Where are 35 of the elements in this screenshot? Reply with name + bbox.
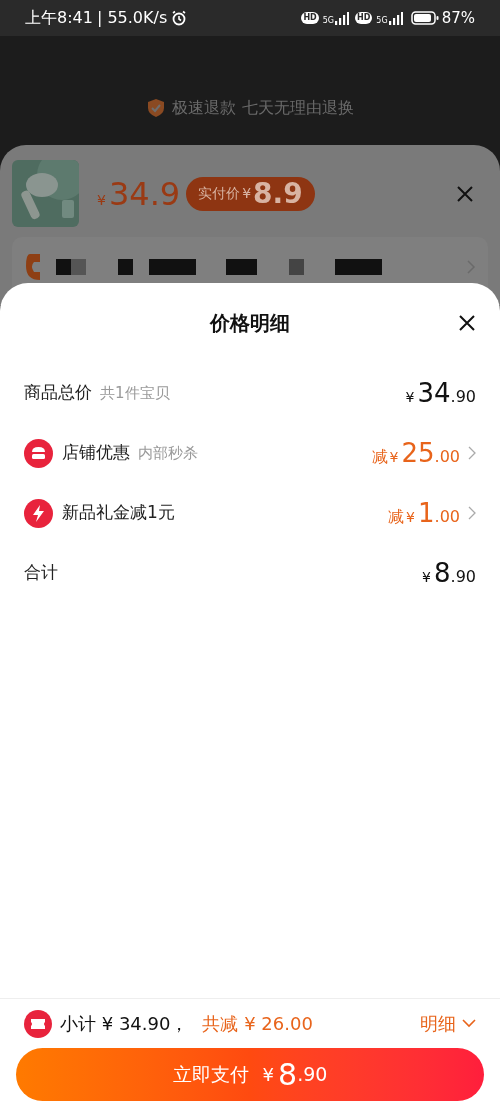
refund-guarantee: 极速退款 七天无理由退换 [172, 97, 354, 119]
row-label: 合计 [24, 561, 58, 585]
chevron-down-icon [462, 1019, 476, 1028]
total-saved: 共减 ¥ 26.00 [202, 1012, 313, 1036]
row-label: 店铺优惠 [62, 441, 130, 465]
alarm-icon [171, 10, 188, 26]
network-type: 5G [322, 15, 334, 27]
details-toggle[interactable]: 明细 [420, 1010, 476, 1037]
shop-icon [24, 438, 53, 468]
network-speed: | 55.0K/s [96, 7, 168, 29]
pay-now-button[interactable]: 立即支付 ¥8.90 [16, 1048, 484, 1101]
lightning-icon [24, 498, 53, 528]
signal-icon [335, 11, 349, 25]
hd-badge: HD [301, 12, 319, 24]
network-type: 5G [376, 15, 388, 27]
battery-icon [410, 11, 439, 25]
row-price: ¥34.90 [405, 376, 476, 410]
battery-level: 87% [441, 7, 475, 29]
signal-icon [388, 11, 403, 25]
row-price: ¥8.90 [422, 556, 476, 590]
status-time: 上午8:41 [25, 7, 93, 29]
discount-price: 减¥1.00 [388, 496, 460, 530]
row-label: 商品总价 [24, 381, 92, 405]
subtotal: 小计 ¥ 34.90， [60, 1012, 189, 1036]
hd-badge: HD [355, 12, 373, 24]
row-note: 共1件宝贝 [100, 382, 170, 404]
product-price: ¥34.9 [97, 173, 181, 215]
ticket-icon [24, 1009, 52, 1038]
close-icon[interactable] [458, 314, 476, 332]
actual-price-badge: 实付价¥8.9 [186, 176, 315, 211]
shield-icon [146, 98, 167, 118]
sheet-title: 价格明细 [210, 310, 290, 337]
row-label: 新品礼金减1元 [62, 501, 175, 525]
row-note: 内部秒杀 [138, 442, 198, 464]
discount-price: 减¥25.00 [371, 436, 460, 470]
